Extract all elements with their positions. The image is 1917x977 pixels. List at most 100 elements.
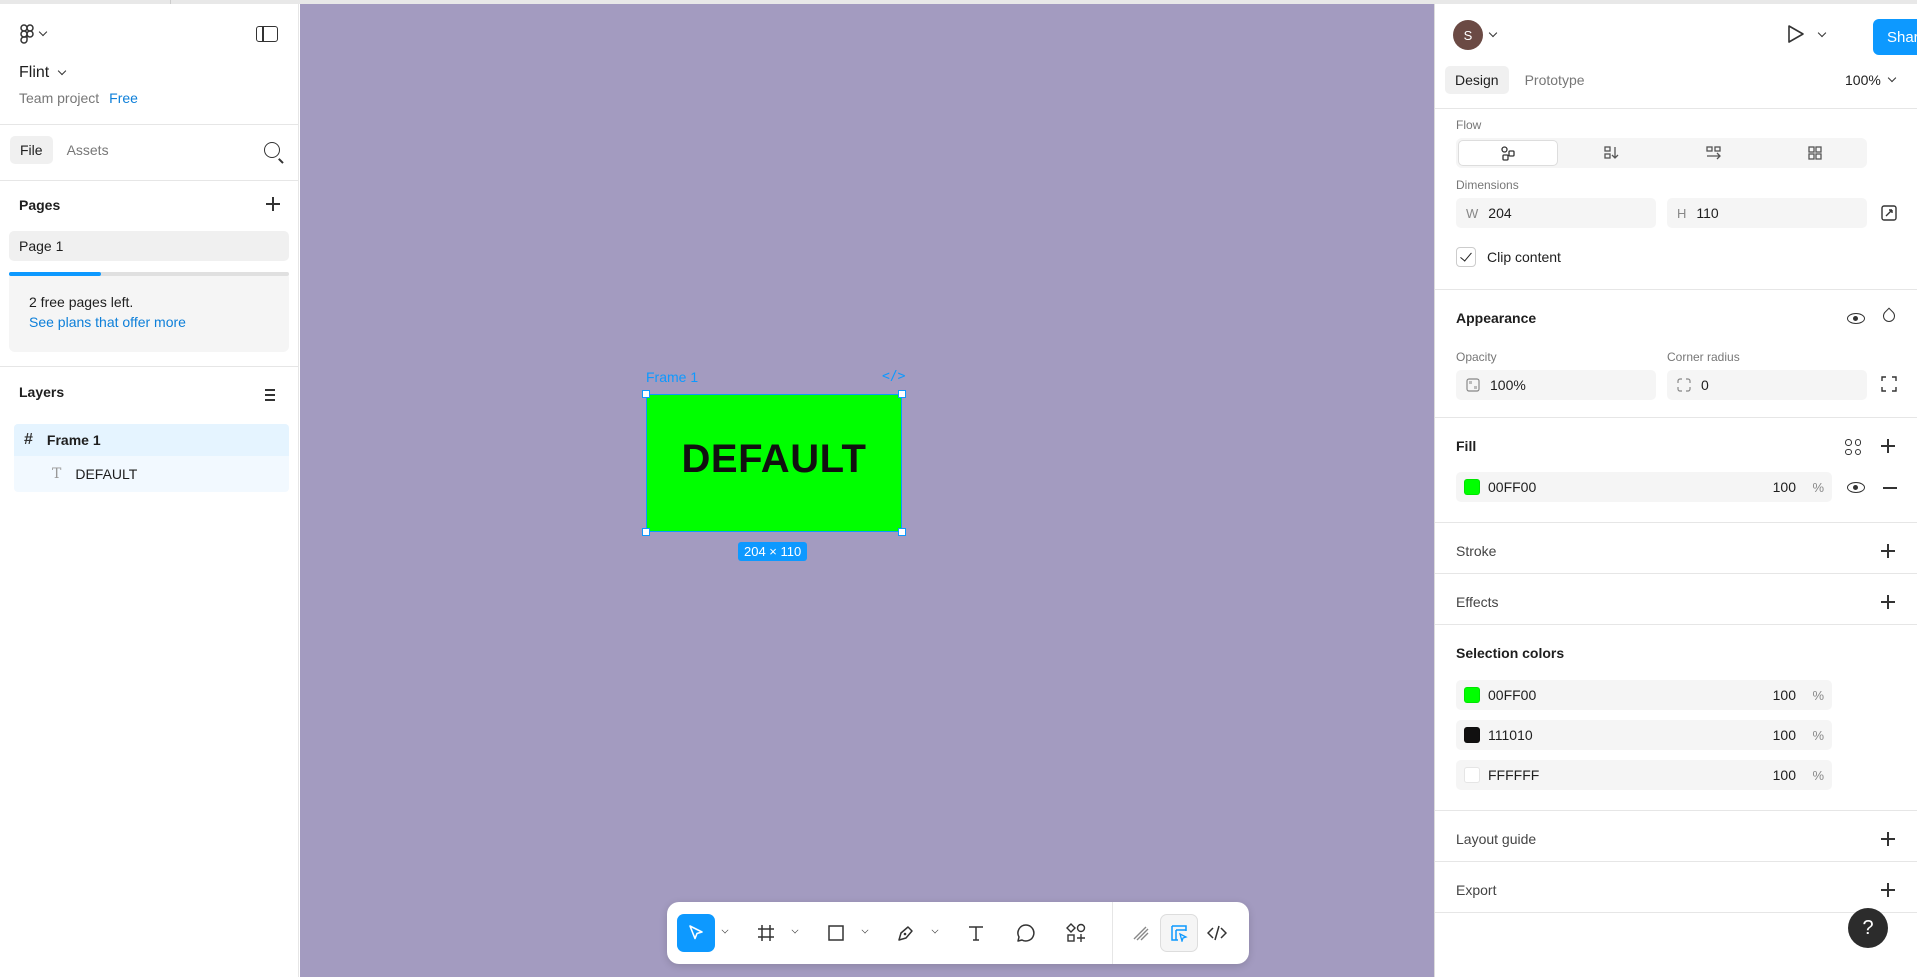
selection-color-swatch[interactable] — [1464, 727, 1480, 743]
fill-percent-sign: % — [1812, 480, 1824, 495]
chevron-down-icon[interactable] — [791, 926, 799, 934]
selection-color-hex[interactable]: 111010 — [1488, 727, 1533, 743]
divider — [1435, 573, 1917, 574]
team-project-label: Team project — [19, 90, 100, 106]
share-button[interactable]: Share — [1873, 19, 1917, 55]
fill-visibility-eye-icon[interactable] — [1847, 482, 1865, 493]
text-layer-icon: T — [52, 466, 62, 482]
selection-color-row[interactable]: FFFFFF 100 % — [1456, 760, 1832, 790]
actions-tool[interactable] — [1057, 914, 1095, 952]
frame-tool-icon — [758, 925, 774, 941]
resize-handle-tr[interactable] — [898, 390, 906, 398]
blend-mode-drop-icon[interactable] — [1880, 307, 1898, 325]
move-tool[interactable] — [677, 914, 715, 952]
see-plans-link[interactable]: See plans that offer more — [29, 314, 186, 330]
divider — [1435, 912, 1917, 913]
pen-tool[interactable] — [887, 914, 925, 952]
chevron-down-icon[interactable] — [1817, 28, 1827, 38]
frame-name-label[interactable]: Frame 1 — [646, 369, 698, 385]
tab-prototype[interactable]: Prototype — [1515, 66, 1595, 94]
bottom-toolbar — [667, 902, 1249, 964]
selection-color-row[interactable]: 00FF00 100 % — [1456, 680, 1832, 710]
flow-grid-option[interactable] — [1765, 140, 1865, 166]
fill-opacity[interactable]: 100 — [1773, 479, 1796, 495]
selection-color-opacity[interactable]: 100 — [1773, 687, 1796, 703]
corner-radius-label: Corner radius — [1667, 350, 1740, 364]
visibility-eye-icon[interactable] — [1847, 313, 1865, 324]
style-grid-icon[interactable] — [1845, 439, 1861, 455]
tab-file[interactable]: File — [10, 136, 53, 164]
project-meta: Team project Free — [19, 90, 138, 106]
flow-horizontal-option[interactable] — [1664, 140, 1764, 166]
draw-mode-button[interactable] — [1122, 914, 1160, 952]
resize-handle-br[interactable] — [898, 528, 906, 536]
selection-color-hex[interactable]: 00FF00 — [1488, 687, 1536, 703]
frame-text[interactable]: DEFAULT — [682, 437, 867, 482]
design-mode-button[interactable] — [1160, 914, 1198, 952]
resize-to-fit-icon[interactable] — [1880, 204, 1898, 222]
layer-text-default[interactable]: T DEFAULT — [14, 456, 289, 492]
text-tool[interactable] — [957, 914, 995, 952]
independent-corners-icon[interactable] — [1881, 376, 1897, 392]
width-field[interactable]: W 204 — [1456, 198, 1656, 228]
opacity-field[interactable]: 100% — [1456, 370, 1656, 400]
frame-1[interactable]: DEFAULT — [646, 394, 902, 532]
clip-content-checkbox[interactable] — [1456, 247, 1476, 267]
fill-hex[interactable]: 00FF00 — [1488, 479, 1536, 495]
freeform-icon — [1501, 146, 1515, 161]
add-layout-guide-icon[interactable] — [1881, 832, 1895, 846]
add-page-icon[interactable] — [266, 197, 280, 211]
corner-radius-field[interactable]: 0 — [1667, 370, 1867, 400]
plan-badge[interactable]: Free — [109, 90, 138, 106]
tab-design[interactable]: Design — [1445, 66, 1509, 94]
collapse-layers-icon[interactable] — [265, 388, 281, 402]
selection-color-hex[interactable]: FFFFFF — [1488, 767, 1539, 783]
remove-fill-icon[interactable] — [1883, 487, 1897, 489]
fill-swatch[interactable] — [1464, 479, 1480, 495]
flow-vertical-option[interactable] — [1561, 140, 1661, 166]
chevron-down-icon[interactable] — [1488, 28, 1498, 38]
pages-title: Pages — [19, 197, 61, 213]
search-icon[interactable] — [264, 142, 280, 158]
project-name-button[interactable]: Flint — [19, 64, 67, 82]
page-item-1[interactable]: Page 1 — [9, 231, 289, 261]
opacity-label: Opacity — [1456, 350, 1497, 364]
selection-color-swatch[interactable] — [1464, 687, 1480, 703]
tab-assets[interactable]: Assets — [57, 136, 119, 164]
add-export-icon[interactable] — [1881, 883, 1895, 897]
resize-handle-bl[interactable] — [642, 528, 650, 536]
left-panel: Flint Team project Free File Assets Page… — [0, 4, 299, 977]
canvas[interactable]: Frame 1 </> DEFAULT 204 × 110 — [300, 4, 1434, 977]
avatar[interactable]: S — [1453, 20, 1483, 50]
height-field[interactable]: H 110 — [1667, 198, 1867, 228]
chevron-down-icon[interactable] — [721, 926, 729, 934]
flow-freeform-option[interactable] — [1458, 140, 1558, 166]
present-play-icon[interactable] — [1787, 24, 1805, 44]
add-effect-icon[interactable] — [1881, 595, 1895, 609]
chevron-down-icon[interactable] — [861, 926, 869, 934]
zoom-dropdown[interactable]: 100% — [1845, 72, 1897, 88]
selection-color-opacity[interactable]: 100 — [1773, 727, 1796, 743]
selection-color-opacity[interactable]: 100 — [1773, 767, 1796, 783]
sidebar-toggle-icon[interactable] — [256, 26, 278, 42]
frame-tool[interactable] — [747, 914, 785, 952]
shape-tool[interactable] — [817, 914, 855, 952]
layer-frame-1[interactable]: # Frame 1 — [14, 424, 289, 456]
divider — [1435, 810, 1917, 811]
selection-color-row[interactable]: 111010 100 % — [1456, 720, 1832, 750]
selection-color-swatch[interactable] — [1464, 767, 1480, 783]
layer-text-label: DEFAULT — [75, 466, 138, 482]
add-fill-icon[interactable] — [1881, 439, 1895, 453]
help-button[interactable]: ? — [1848, 908, 1888, 948]
figma-logo-icon — [20, 24, 34, 44]
chevron-down-icon[interactable] — [931, 926, 939, 934]
fill-row[interactable]: 00FF00 100 % — [1456, 472, 1832, 502]
add-stroke-icon[interactable] — [1881, 544, 1895, 558]
resize-handle-tl[interactable] — [642, 390, 650, 398]
dev-mode-button[interactable] — [1198, 914, 1236, 952]
dev-code-icon[interactable]: </> — [882, 369, 905, 384]
pages-progress — [9, 272, 289, 276]
comment-tool[interactable] — [1007, 914, 1045, 952]
main-menu-button[interactable] — [20, 24, 48, 44]
right-panel: S Share Design Prototype 100% Flow Dimen… — [1434, 4, 1917, 977]
